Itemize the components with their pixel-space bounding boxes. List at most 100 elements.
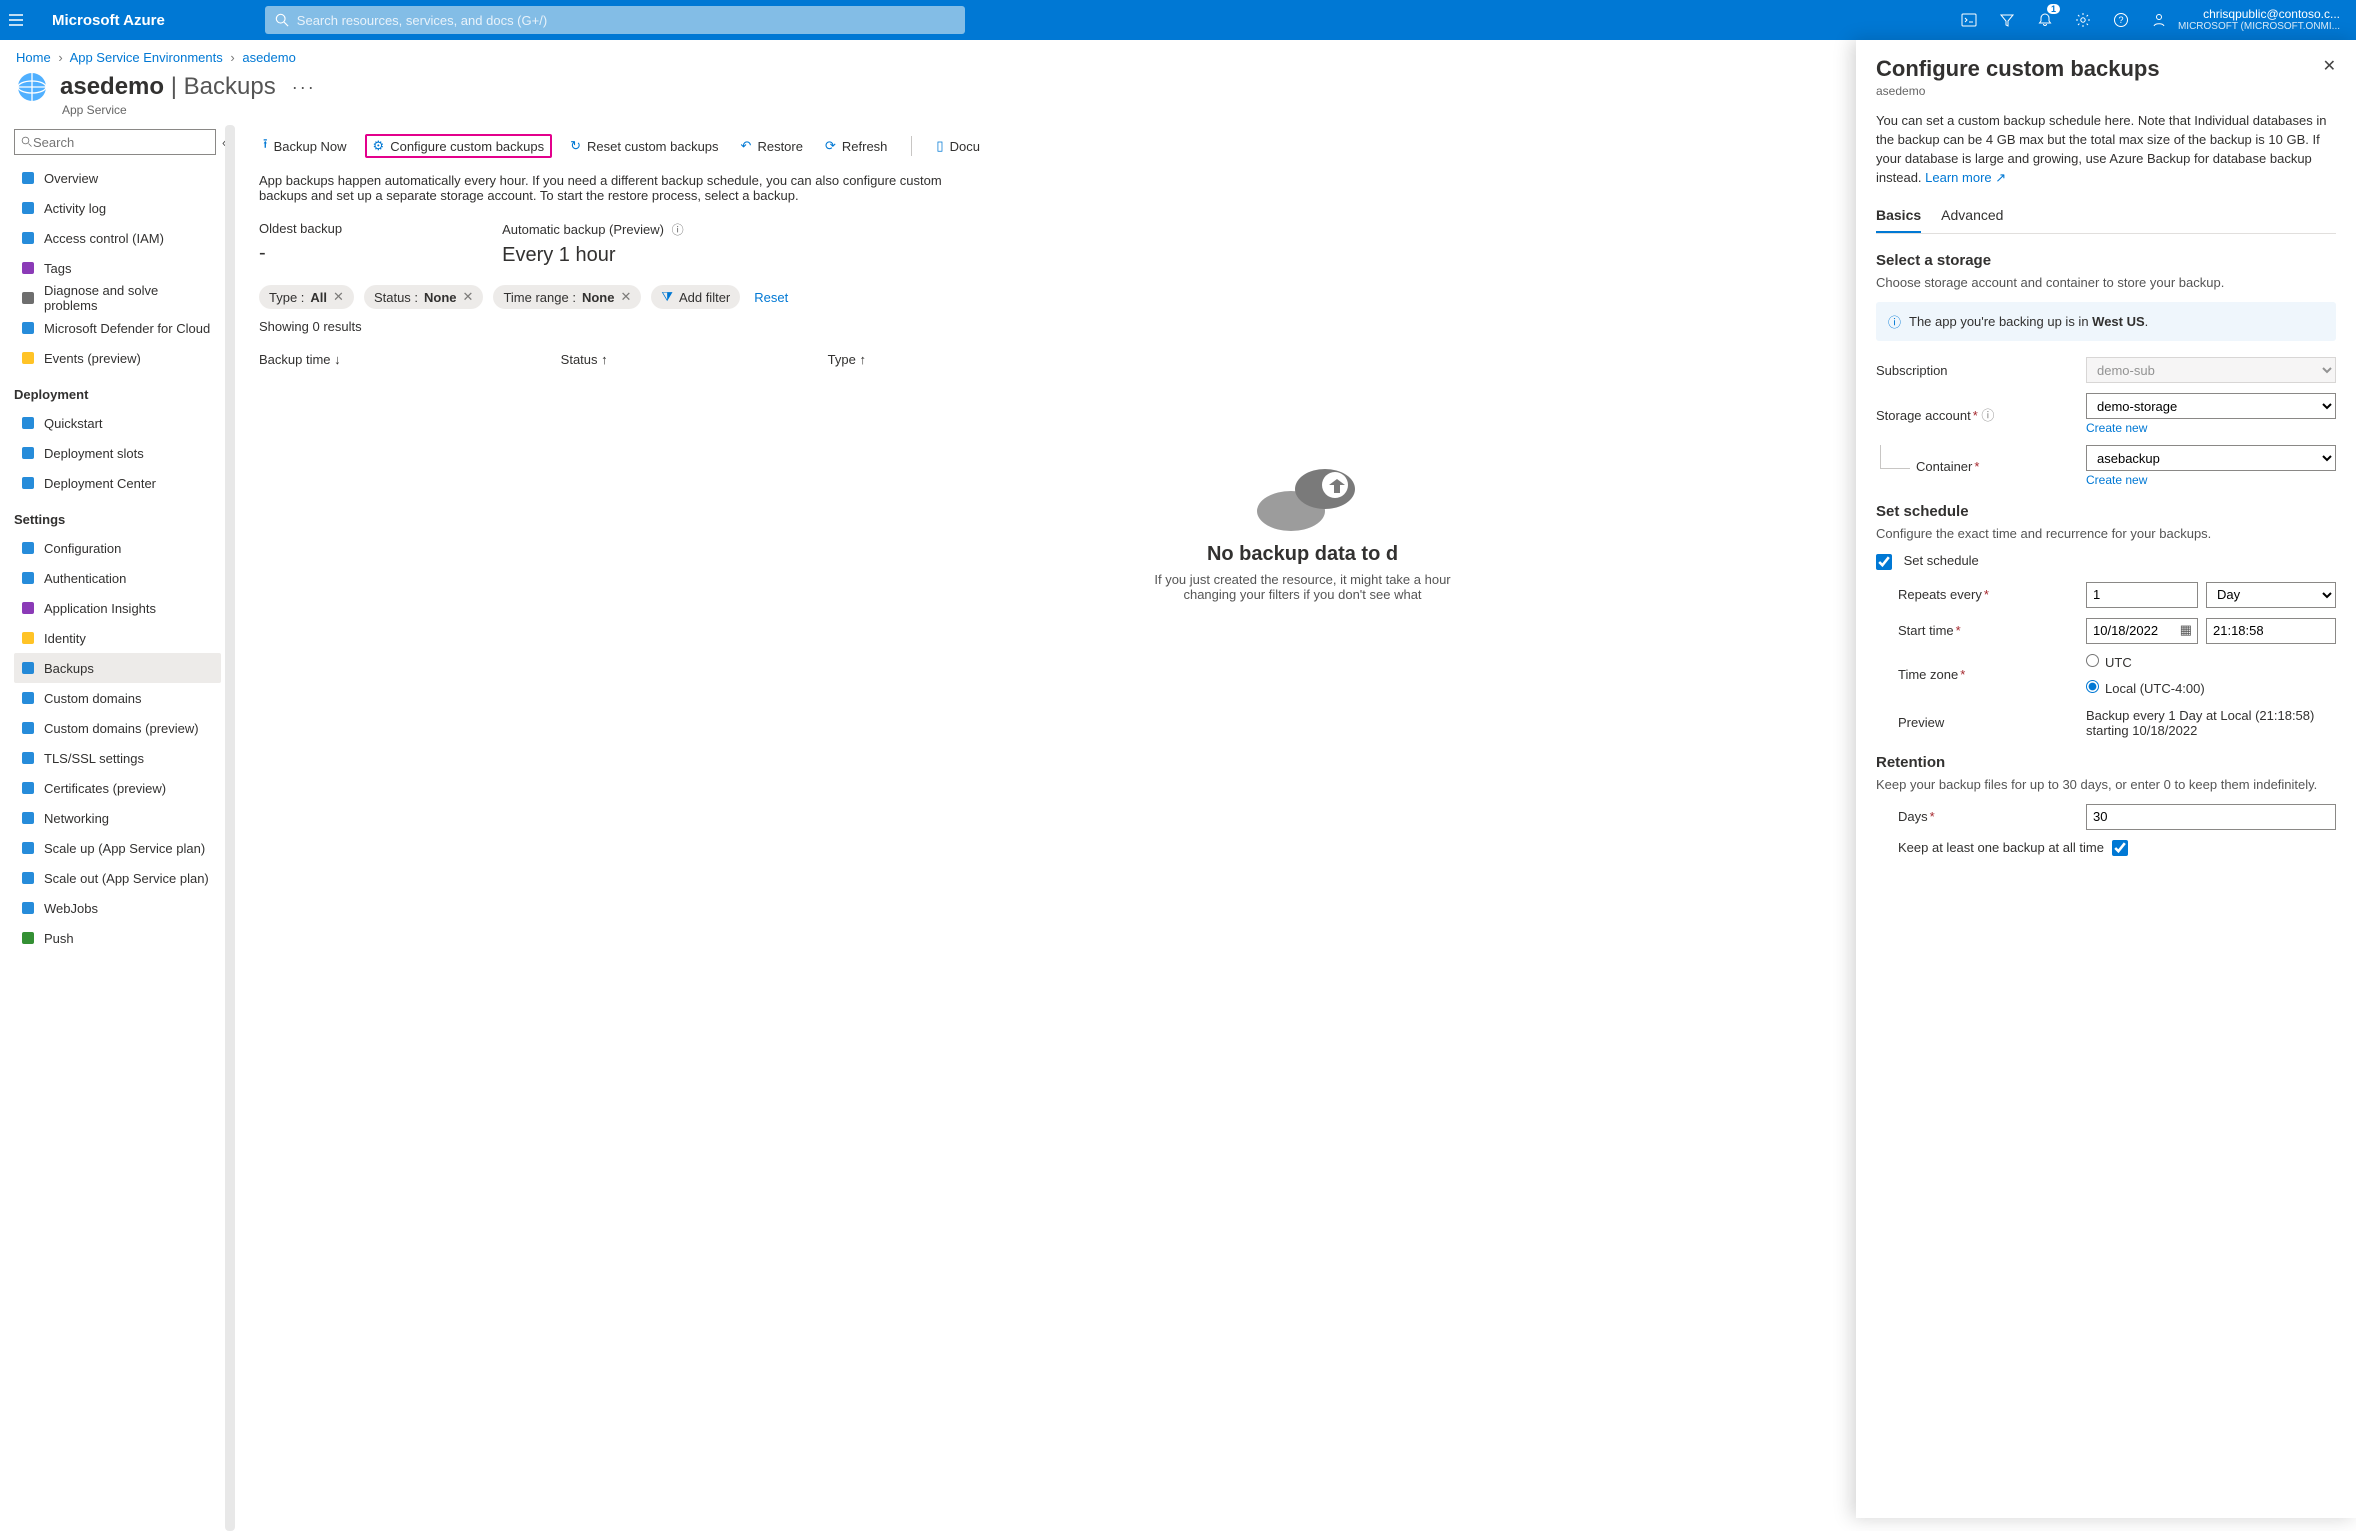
- configure-backups-button[interactable]: ⚙Configure custom backups: [365, 134, 553, 158]
- scaleout-icon: [20, 870, 36, 886]
- help-button[interactable]: ?: [2102, 0, 2140, 40]
- global-search[interactable]: [265, 6, 965, 34]
- feedback-button[interactable]: [2140, 0, 2178, 40]
- page-title: asedemo | Backups: [60, 73, 276, 101]
- directories-button[interactable]: [1988, 0, 2026, 40]
- create-storage-link[interactable]: Create new: [2086, 421, 2147, 435]
- col-status[interactable]: Status ↑: [561, 352, 608, 367]
- sidebar-item-quickstart[interactable]: Quickstart: [14, 408, 221, 438]
- repeats-unit-select[interactable]: Day: [2206, 582, 2336, 608]
- settings-button[interactable]: [2064, 0, 2102, 40]
- set-schedule-checkbox[interactable]: [1876, 554, 1892, 570]
- tab-basics[interactable]: Basics: [1876, 201, 1921, 233]
- auto-backup-label: Automatic backup (Preview) ⓘ: [502, 221, 683, 238]
- col-backup-time[interactable]: Backup time ↓: [259, 352, 341, 367]
- panel-description: You can set a custom backup schedule her…: [1876, 112, 2336, 187]
- bell-icon: [2037, 12, 2053, 28]
- storage-account-select[interactable]: demo-storage: [2086, 393, 2336, 419]
- sidebar-item-deployment-center[interactable]: Deployment Center: [14, 468, 221, 498]
- sidebar-item-configuration[interactable]: Configuration: [14, 533, 221, 563]
- brand-label: Microsoft Azure: [52, 12, 165, 29]
- filter-type[interactable]: Type : All✕: [259, 285, 354, 309]
- sidebar-item-authentication[interactable]: Authentication: [14, 563, 221, 593]
- sidebar-item-deployment-slots[interactable]: Deployment slots: [14, 438, 221, 468]
- sidebar-item-custom-domains-preview-[interactable]: Custom domains (preview): [14, 713, 221, 743]
- sliders-icon: [20, 540, 36, 556]
- create-container-link[interactable]: Create new: [2086, 473, 2147, 487]
- domain-icon: [20, 720, 36, 736]
- refresh-button[interactable]: ⟳Refresh: [821, 134, 891, 158]
- sidebar-item-microsoft-defender-for-cloud[interactable]: Microsoft Defender for Cloud: [14, 313, 221, 343]
- sidebar-item-label: Custom domains (preview): [44, 721, 199, 736]
- sidebar-item-push[interactable]: Push: [14, 923, 221, 953]
- sidebar-item-application-insights[interactable]: Application Insights: [14, 593, 221, 623]
- sidebar-item-scale-up-app-service-plan-[interactable]: Scale up (App Service plan): [14, 833, 221, 863]
- center-icon: [20, 475, 36, 491]
- sidebar-item-networking[interactable]: Networking: [14, 803, 221, 833]
- cloud-shell-button[interactable]: [1950, 0, 1988, 40]
- sidebar-search[interactable]: [14, 129, 216, 155]
- breadcrumb-home[interactable]: Home: [16, 50, 51, 65]
- learn-more-link[interactable]: Learn more ↗: [1925, 170, 2006, 185]
- breadcrumb-resource[interactable]: asedemo: [242, 50, 295, 65]
- sidebar-item-access-control-iam-[interactable]: Access control (IAM): [14, 223, 221, 253]
- calendar-icon[interactable]: ▦: [2180, 622, 2192, 638]
- repeats-label: Repeats every*: [1876, 587, 2086, 602]
- add-filter-button[interactable]: ⧩Add filter: [651, 285, 740, 309]
- webjobs-icon: [20, 900, 36, 916]
- notifications-button[interactable]: 1: [2026, 0, 2064, 40]
- storage-account-label: Storage account* ⓘ: [1876, 405, 2086, 424]
- breadcrumb-ase[interactable]: App Service Environments: [70, 50, 223, 65]
- sidebar-item-backups[interactable]: Backups: [14, 653, 221, 683]
- restore-button[interactable]: ↶Restore: [737, 134, 807, 158]
- sidebar-item-custom-domains[interactable]: Custom domains: [14, 683, 221, 713]
- info-icon[interactable]: ⓘ: [1981, 408, 1994, 423]
- global-search-input[interactable]: [297, 13, 955, 28]
- preview-text: Backup every 1 Day at Local (21:18:58) s…: [2086, 708, 2336, 738]
- reset-icon: ↻: [570, 138, 581, 154]
- sidebar-item-overview[interactable]: Overview: [14, 163, 221, 193]
- close-icon[interactable]: ✕: [333, 289, 344, 305]
- keep-one-checkbox[interactable]: [2112, 840, 2128, 856]
- scrollbar[interactable]: [225, 125, 235, 1531]
- info-icon[interactable]: ⓘ: [672, 223, 684, 237]
- filter-status[interactable]: Status : None✕: [364, 285, 483, 309]
- ribbon-icon: [20, 630, 36, 646]
- sidebar-item-tls-ssl-settings[interactable]: TLS/SSL settings: [14, 743, 221, 773]
- book-icon: ▯: [936, 138, 943, 154]
- sidebar-item-certificates-preview-[interactable]: Certificates (preview): [14, 773, 221, 803]
- sidebar-item-events-preview-[interactable]: Events (preview): [14, 343, 221, 373]
- tz-utc-radio[interactable]: [2086, 654, 2099, 667]
- reset-backups-button[interactable]: ↻Reset custom backups: [566, 134, 722, 158]
- sidebar-item-label: Access control (IAM): [44, 231, 164, 246]
- set-schedule-label: Set schedule: [1904, 553, 1979, 568]
- repeats-value-input[interactable]: [2086, 582, 2198, 608]
- subscription-label: Subscription: [1876, 363, 2086, 378]
- hamburger-button[interactable]: [8, 12, 48, 28]
- filter-icon: [1999, 12, 2015, 28]
- documentation-button[interactable]: ▯Docu: [932, 134, 984, 158]
- close-icon[interactable]: ✕: [620, 289, 631, 305]
- sidebar-item-label: Networking: [44, 811, 109, 826]
- close-icon[interactable]: ✕: [463, 289, 474, 305]
- reset-filters-link[interactable]: Reset: [754, 290, 788, 305]
- tab-advanced[interactable]: Advanced: [1941, 201, 2003, 233]
- close-panel-button[interactable]: ✕: [2323, 56, 2336, 76]
- container-select[interactable]: asebackup: [2086, 445, 2336, 471]
- sidebar-item-activity-log[interactable]: Activity log: [14, 193, 221, 223]
- panel-subtitle: asedemo: [1876, 84, 2160, 98]
- backup-now-button[interactable]: ⭱Backup Now: [259, 131, 351, 161]
- sidebar-item-identity[interactable]: Identity: [14, 623, 221, 653]
- sidebar-search-input[interactable]: [33, 135, 209, 150]
- sidebar-item-tags[interactable]: Tags: [14, 253, 221, 283]
- sidebar-item-scale-out-app-service-plan-[interactable]: Scale out (App Service plan): [14, 863, 221, 893]
- tz-local-radio[interactable]: [2086, 680, 2099, 693]
- more-button[interactable]: ···: [292, 77, 316, 98]
- account-block[interactable]: chrisqpublic@contoso.c... MICROSOFT (MIC…: [2178, 7, 2348, 33]
- start-time-input[interactable]: [2206, 618, 2336, 644]
- days-input[interactable]: [2086, 804, 2336, 830]
- col-type[interactable]: Type ↑: [828, 352, 866, 367]
- sidebar-item-diagnose-and-solve-problems[interactable]: Diagnose and solve problems: [14, 283, 221, 313]
- sidebar-item-webjobs[interactable]: WebJobs: [14, 893, 221, 923]
- filter-timerange[interactable]: Time range : None✕: [493, 285, 641, 309]
